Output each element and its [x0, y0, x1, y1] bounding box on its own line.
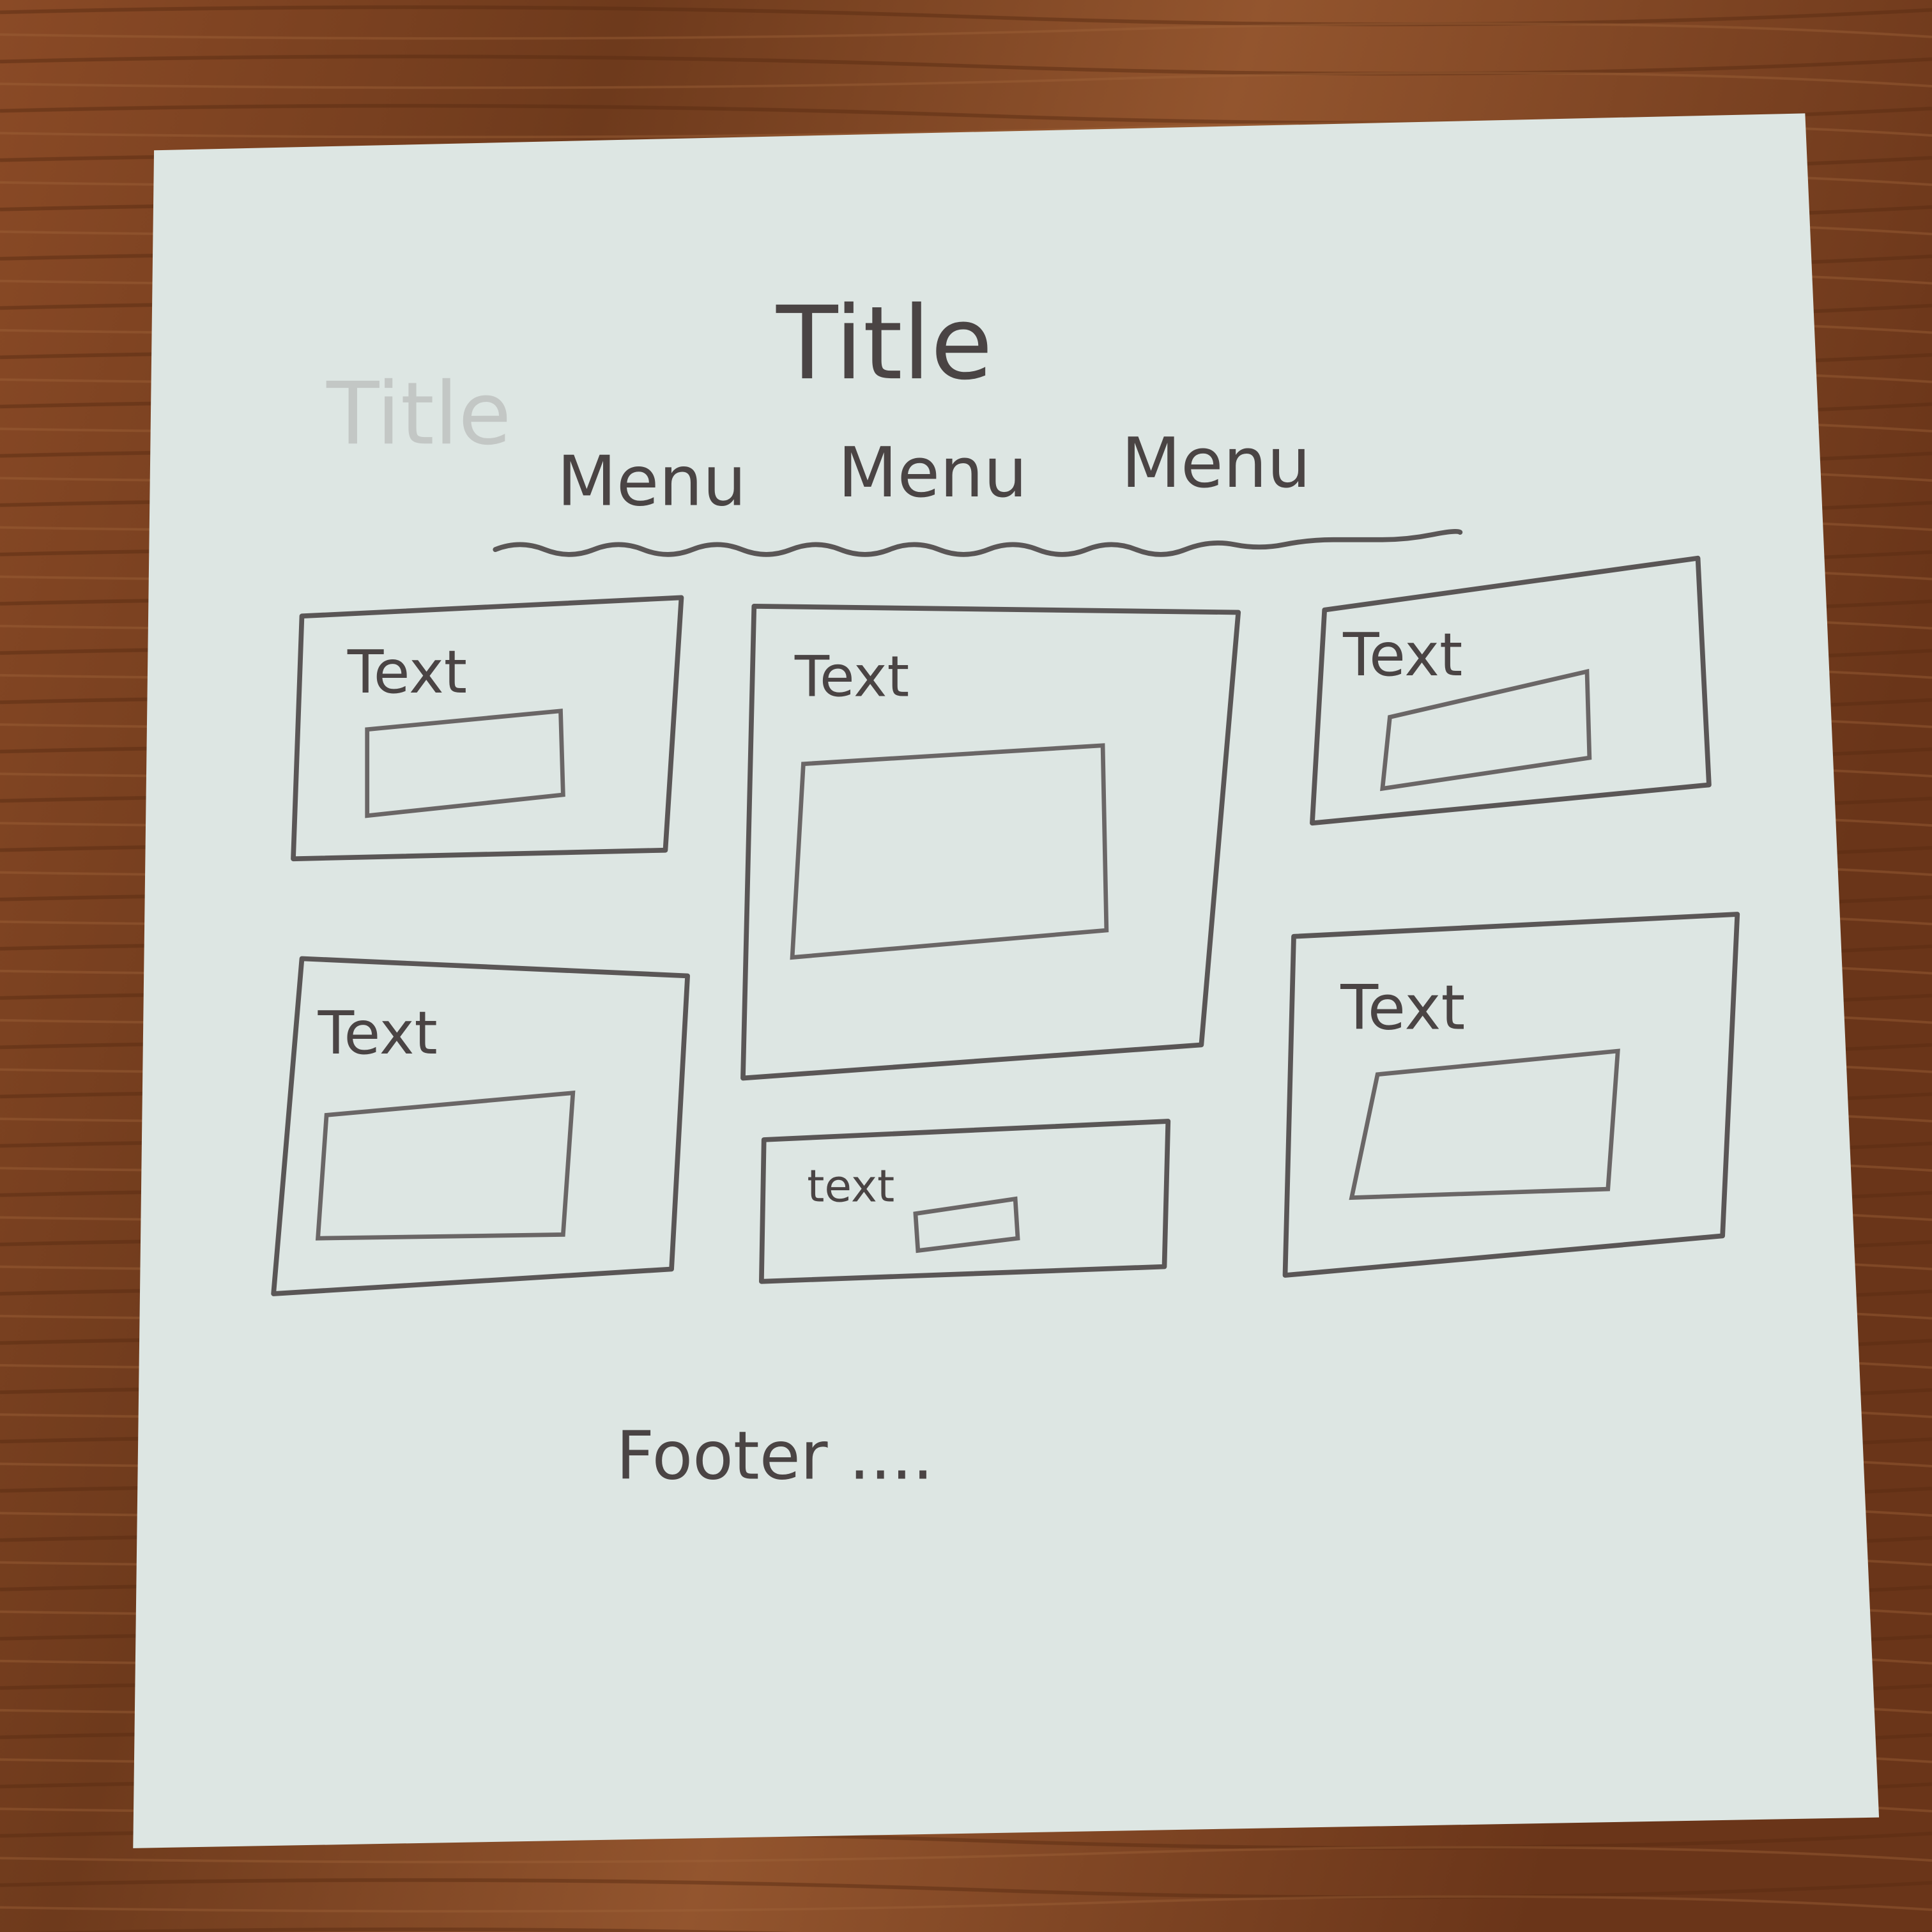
menu-item-2[interactable]: Menu: [838, 433, 1027, 513]
menu-item-1[interactable]: Menu: [557, 442, 747, 522]
sketch-photo: Title Title Menu Menu Menu Text Text Tex…: [0, 0, 1932, 1932]
menu-item-3[interactable]: Menu: [1121, 424, 1311, 503]
card-text: text: [807, 1161, 894, 1212]
card-text: Text: [794, 644, 909, 710]
footer: Footer ....: [616, 1416, 933, 1494]
card-text: Text: [1340, 972, 1465, 1043]
faded-title: Title: [326, 364, 511, 464]
card-text: Text: [347, 638, 467, 707]
card-text: Text: [318, 999, 438, 1068]
card-text: Text: [1342, 620, 1462, 689]
page-title: Title: [776, 285, 993, 402]
